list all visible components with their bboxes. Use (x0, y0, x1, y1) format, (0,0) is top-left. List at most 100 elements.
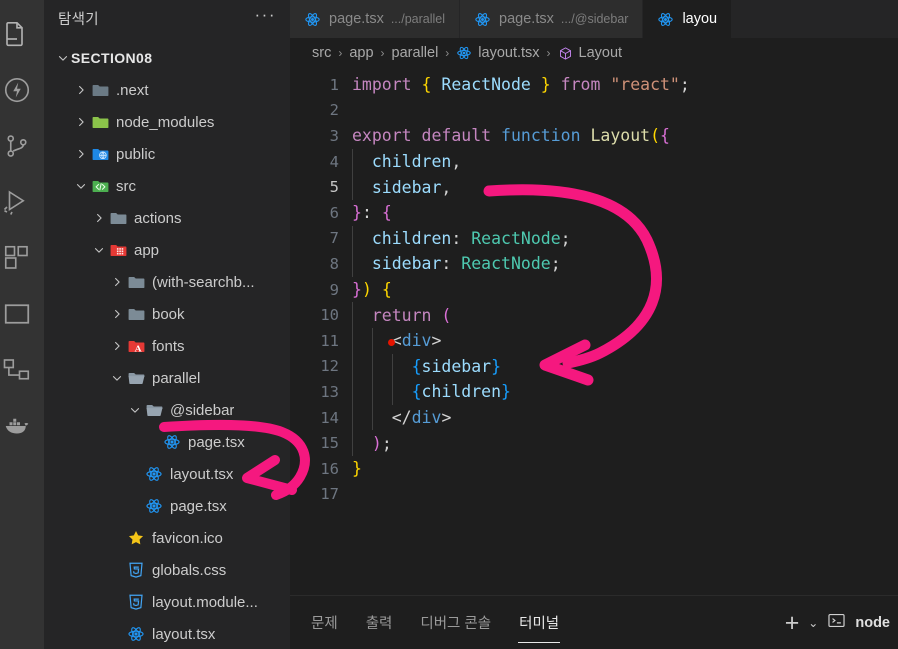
code-editor[interactable]: 1 import { ReactNode } from "react"; 2 3 exp… (290, 68, 898, 595)
chevron-right-icon[interactable] (108, 275, 125, 289)
chevron-down-icon[interactable] (90, 243, 107, 257)
tree-item-label: layout.module... (152, 593, 258, 611)
new-terminal-icon[interactable]: + (785, 610, 800, 635)
tree-item-with-searchb...[interactable]: (with-searchb... (44, 266, 290, 298)
panel-tab[interactable]: 터미널 (518, 606, 561, 643)
tree-item-label: app (134, 241, 160, 259)
code-text: sidebar, (371, 177, 452, 197)
line-number: 6 (329, 203, 339, 222)
chevron-down-icon[interactable]: ⌄ (808, 616, 818, 630)
tree-item-@sidebar[interactable]: @sidebar (44, 394, 290, 426)
tree-item-page.tsx[interactable]: page.tsx (44, 426, 290, 458)
panel-tab[interactable]: 문제 (310, 606, 339, 639)
chevron-right-icon[interactable] (108, 307, 125, 321)
vscode-window: 탐색기 ··· SECTION08 .next node_modules public… (0, 0, 898, 649)
css-icon (125, 593, 147, 611)
tree-item-layout.module...[interactable]: layout.module... (44, 586, 290, 618)
breadcrumb-item[interactable]: Layout (558, 45, 622, 61)
tree-item-globals.css[interactable]: globals.css (44, 554, 290, 586)
breadcrumb-item[interactable]: app (349, 45, 373, 61)
code-line: 5 sidebar, (290, 174, 898, 200)
chevron-right-icon[interactable] (72, 115, 89, 129)
tree-item-label: (with-searchb... (152, 273, 255, 291)
line-number: 8 (329, 254, 339, 273)
code-line: 17 (290, 482, 898, 508)
code-text: {sidebar} (411, 356, 502, 376)
line-number: 15 (320, 434, 339, 453)
tree-root-section08[interactable]: SECTION08 (44, 42, 290, 74)
square-panel-icon[interactable] (0, 286, 44, 342)
code-line: 15 ); (290, 430, 898, 456)
react-icon (304, 11, 321, 28)
remote-explorer-icon[interactable] (0, 342, 44, 398)
chevron-right-icon[interactable] (108, 339, 125, 353)
editor-tab[interactable]: page.tsx .../@sidebar (460, 0, 644, 38)
source-control-icon[interactable] (0, 118, 44, 174)
breakpoint-dot[interactable] (387, 339, 395, 347)
explorer-icon[interactable] (0, 6, 44, 62)
panel-tab[interactable]: 출력 (365, 606, 394, 639)
tree-item-label: actions (134, 209, 182, 227)
tree-item-fonts[interactable]: Afonts (44, 330, 290, 362)
chevron-down-icon[interactable] (126, 403, 143, 417)
tree-item-parallel[interactable]: parallel (44, 362, 290, 394)
editor-tab[interactable]: page.tsx .../parallel (290, 0, 461, 38)
tree-item-label: layout.tsx (170, 465, 234, 483)
code-text: return ( (371, 305, 452, 325)
tree-item-label: book (152, 305, 185, 323)
tree-item-favicon.ico[interactable]: favicon.ico (44, 522, 290, 554)
code-text: import { ReactNode } from "react"; (352, 75, 690, 95)
editor-tab-name: page.tsx (329, 11, 384, 27)
tree-item-book[interactable]: book (44, 298, 290, 330)
breadcrumb-label: app (349, 45, 374, 61)
chevron-right-icon[interactable] (72, 83, 89, 97)
editor-tab-path: .../parallel (390, 12, 446, 26)
lightning-icon[interactable] (0, 62, 44, 118)
code-text: } (352, 459, 362, 479)
editor-tab-name: layou (682, 11, 718, 27)
code-text: ); (371, 433, 392, 453)
chevron-right-icon[interactable] (72, 147, 89, 161)
tree-item-layout.tsx[interactable]: layout.tsx (44, 618, 290, 649)
chevron-down-icon[interactable] (108, 371, 125, 385)
breadcrumb-label: layout.tsx (478, 45, 540, 61)
panel-tabs: 문제 출력 디버그 콘솔 터미널 (290, 606, 561, 643)
extensions-icon[interactable] (0, 230, 44, 286)
run-debug-icon[interactable] (0, 174, 44, 230)
panel-tab[interactable]: 디버그 콘솔 (419, 606, 492, 639)
breadcrumb-item[interactable]: layout.tsx (456, 45, 540, 61)
editor-tab[interactable]: layou (643, 0, 733, 38)
terminal-name[interactable]: node (855, 615, 890, 631)
breadcrumb-item[interactable]: parallel (392, 45, 439, 61)
tree-item-actions[interactable]: actions (44, 202, 290, 234)
breadcrumb-label: src (312, 45, 332, 61)
react-icon (143, 465, 165, 483)
line-number: 14 (320, 408, 339, 427)
docker-icon[interactable] (0, 398, 44, 454)
explorer-more-actions-icon[interactable]: ··· (255, 6, 276, 26)
tree-item-public[interactable]: public (44, 138, 290, 170)
tree-item-layout.tsx[interactable]: layout.tsx (44, 458, 290, 490)
tree-item-node_modules[interactable]: node_modules (44, 106, 290, 138)
tree-item-page.tsx[interactable]: page.tsx (44, 490, 290, 522)
breadcrumb-separator-icon: › (546, 46, 551, 60)
tree-item-label: layout.tsx (152, 625, 216, 643)
breadcrumb-separator-icon: › (380, 46, 385, 60)
line-number: 10 (320, 306, 339, 325)
folder-public (89, 145, 111, 164)
editor-tab-bar: page.tsx .../parallel page.tsx .../@sideba… (290, 0, 898, 38)
tree-item-label: favicon.ico (152, 529, 223, 547)
tree-item-app[interactable]: app (44, 234, 290, 266)
code-line: 9}) { (290, 277, 898, 303)
folder-plain (107, 209, 129, 228)
folder-app (107, 241, 129, 260)
tree-item-src[interactable]: src (44, 170, 290, 202)
chevron-down-icon[interactable] (72, 179, 89, 193)
tree-item-.next[interactable]: .next (44, 74, 290, 106)
chevron-right-icon[interactable] (90, 211, 107, 225)
breadcrumb-item[interactable]: src (312, 45, 331, 61)
line-number: 3 (329, 126, 339, 145)
chevron-down-icon[interactable] (54, 51, 71, 65)
tree-item-label: globals.css (152, 561, 227, 579)
activity-bar (0, 0, 44, 649)
